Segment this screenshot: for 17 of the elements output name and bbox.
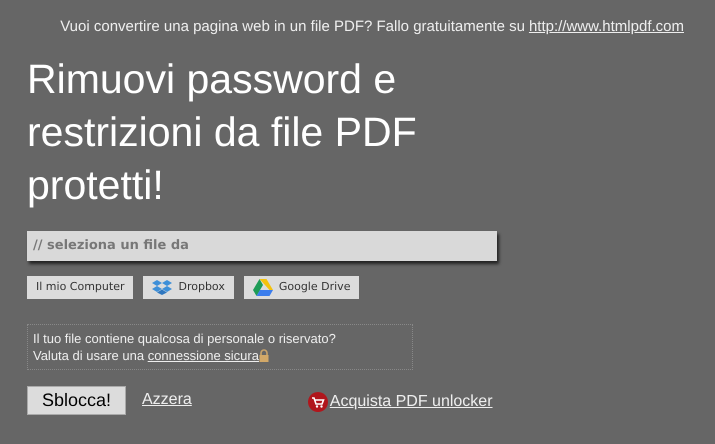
banner-text: Vuoi convertire una pagina web in un file PDF? Fallo gratuitamente su bbox=[60, 17, 525, 37]
notice-text: Il tuo file contiene qualcosa di personale o riservato? bbox=[33, 330, 337, 346]
file-field[interactable]: // seleziona un file da bbox=[27, 230, 497, 260]
secure-connection-link[interactable]: connessione sicura bbox=[148, 346, 259, 364]
source-button[interactable]: Dropbox bbox=[143, 276, 234, 298]
cart-icon bbox=[308, 392, 328, 412]
buy-link[interactable]: Acquista PDF unlocker bbox=[330, 390, 493, 414]
notice-text: Valuta di usare una bbox=[33, 346, 146, 364]
unlock-button[interactable]: Sblocca! bbox=[27, 386, 126, 414]
box-icon bbox=[152, 279, 172, 295]
page-title: Rimuovi password e restrizioni da file PDF protetti! bbox=[27, 54, 418, 210]
lock-icon bbox=[258, 348, 269, 362]
website-link[interactable]: http://www.htmlpdf.com bbox=[528, 16, 684, 38]
triangle-icon bbox=[252, 278, 273, 296]
source-button[interactable]: Il mio Computer bbox=[27, 276, 134, 298]
reset-link[interactable]: Azzera bbox=[142, 388, 192, 412]
source-button[interactable]: Google Drive bbox=[244, 276, 360, 298]
